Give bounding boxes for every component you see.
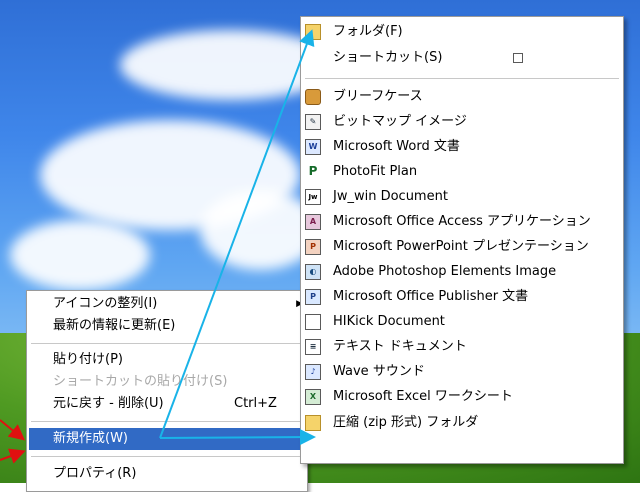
powerpoint-icon: P — [305, 239, 321, 255]
menu-separator — [31, 421, 303, 422]
submenu-item-briefcase[interactable]: ブリーフケース — [305, 86, 423, 108]
submenu-item-label: Wave サウンド — [333, 364, 425, 379]
submenu-item-label: PhotoFit Plan — [333, 164, 418, 179]
submenu-item-excel[interactable]: X Microsoft Excel ワークシート — [305, 386, 513, 408]
submenu-item-label: テキスト ドキュメント — [333, 339, 467, 354]
menu-item-arrange-icons[interactable]: アイコンの整列(I) ▶ — [29, 293, 305, 315]
hikick-icon — [305, 314, 321, 330]
submenu-item-wave[interactable]: ♪ Wave サウンド — [305, 361, 425, 383]
briefcase-icon — [305, 89, 321, 105]
menu-item-properties[interactable]: プロパティ(R) — [29, 463, 305, 485]
submenu-item-photoshop[interactable]: ◐ Adobe Photoshop Elements Image — [305, 261, 556, 283]
submenu-item-label: 圧縮 (zip 形式) フォルダ — [333, 415, 479, 430]
menu-item-label: 最新の情報に更新(E) — [53, 318, 176, 333]
menu-item-label: 新規作成(W) — [53, 431, 128, 446]
submenu-item-label: Adobe Photoshop Elements Image — [333, 264, 557, 279]
menu-item-undo-delete[interactable]: 元に戻す - 削除(U) Ctrl+Z — [29, 393, 305, 415]
menu-separator — [305, 78, 619, 79]
submenu-item-label: Jw_win Document — [333, 189, 448, 204]
text-document-icon: ≡ — [305, 339, 321, 355]
menu-item-paste[interactable]: 貼り付け(P) — [29, 349, 305, 371]
new-submenu: フォルダ(F) ショートカット(S) ブリーフケース ✎ ビットマップ イメージ… — [300, 16, 624, 464]
submenu-item-label: ショートカット(S) — [333, 50, 443, 65]
submenu-item-publisher[interactable]: P Microsoft Office Publisher 文書 — [305, 286, 528, 308]
submenu-item-label: HIKick Document — [333, 314, 445, 329]
word-icon: W — [305, 139, 321, 155]
submenu-item-label: Microsoft Office Publisher 文書 — [333, 289, 529, 304]
menu-item-new[interactable]: 新規作成(W) — [29, 428, 305, 450]
photoshop-icon: ◐ — [305, 264, 321, 280]
wave-icon: ♪ — [305, 364, 321, 380]
submenu-item-label: ブリーフケース — [333, 89, 423, 104]
submenu-item-shortcut[interactable]: ショートカット(S) — [305, 47, 523, 69]
submenu-item-label: Microsoft Excel ワークシート — [333, 389, 513, 404]
submenu-item-label: ビットマップ イメージ — [333, 114, 467, 129]
submenu-item-zip-folder[interactable]: 圧縮 (zip 形式) フォルダ — [305, 412, 478, 434]
submenu-item-photofit[interactable]: P PhotoFit Plan — [305, 161, 417, 183]
submenu-item-hikick[interactable]: HIKick Document — [305, 311, 445, 333]
submenu-item-powerpoint[interactable]: P Microsoft PowerPoint プレゼンテーション — [305, 236, 589, 258]
submenu-item-folder[interactable]: フォルダ(F) — [305, 21, 403, 43]
cloud — [10, 220, 150, 290]
access-icon: A — [305, 214, 321, 230]
bitmap-icon: ✎ — [305, 114, 321, 130]
photofit-icon: P — [305, 164, 321, 180]
menu-item-label: 貼り付け(P) — [53, 352, 123, 367]
desktop-context-menu: アイコンの整列(I) ▶ 最新の情報に更新(E) 貼り付け(P) ショートカット… — [26, 290, 308, 492]
excel-icon: X — [305, 389, 321, 405]
shortcut-icon — [513, 53, 523, 63]
menu-item-label: 元に戻す - 削除(U) — [53, 396, 164, 411]
folder-icon — [305, 24, 321, 40]
submenu-item-access[interactable]: A Microsoft Office Access アプリケーション — [305, 211, 591, 233]
menu-item-refresh[interactable]: 最新の情報に更新(E) — [29, 315, 305, 337]
submenu-item-bitmap[interactable]: ✎ ビットマップ イメージ — [305, 111, 467, 133]
submenu-item-label: Microsoft Office Access アプリケーション — [333, 214, 591, 229]
menu-item-label: ショートカットの貼り付け(S) — [53, 374, 228, 389]
submenu-item-label: フォルダ(F) — [333, 24, 403, 39]
menu-item-shortcut: Ctrl+Z — [234, 396, 277, 411]
menu-item-label: プロパティ(R) — [53, 466, 137, 481]
submenu-item-word[interactable]: W Microsoft Word 文書 — [305, 136, 460, 158]
submenu-item-label: Microsoft Word 文書 — [333, 139, 460, 154]
submenu-item-jw[interactable]: Jw Jw_win Document — [305, 186, 448, 208]
submenu-item-text-document[interactable]: ≡ テキスト ドキュメント — [305, 336, 467, 358]
menu-item-label: アイコンの整列(I) — [53, 296, 158, 311]
menu-separator — [31, 343, 303, 344]
submenu-item-label: Microsoft PowerPoint プレゼンテーション — [333, 239, 589, 254]
jw-icon: Jw — [305, 189, 321, 205]
zip-folder-icon — [305, 415, 321, 431]
menu-item-paste-shortcut: ショートカットの貼り付け(S) — [29, 371, 305, 393]
publisher-icon: P — [305, 289, 321, 305]
menu-separator — [31, 456, 303, 457]
